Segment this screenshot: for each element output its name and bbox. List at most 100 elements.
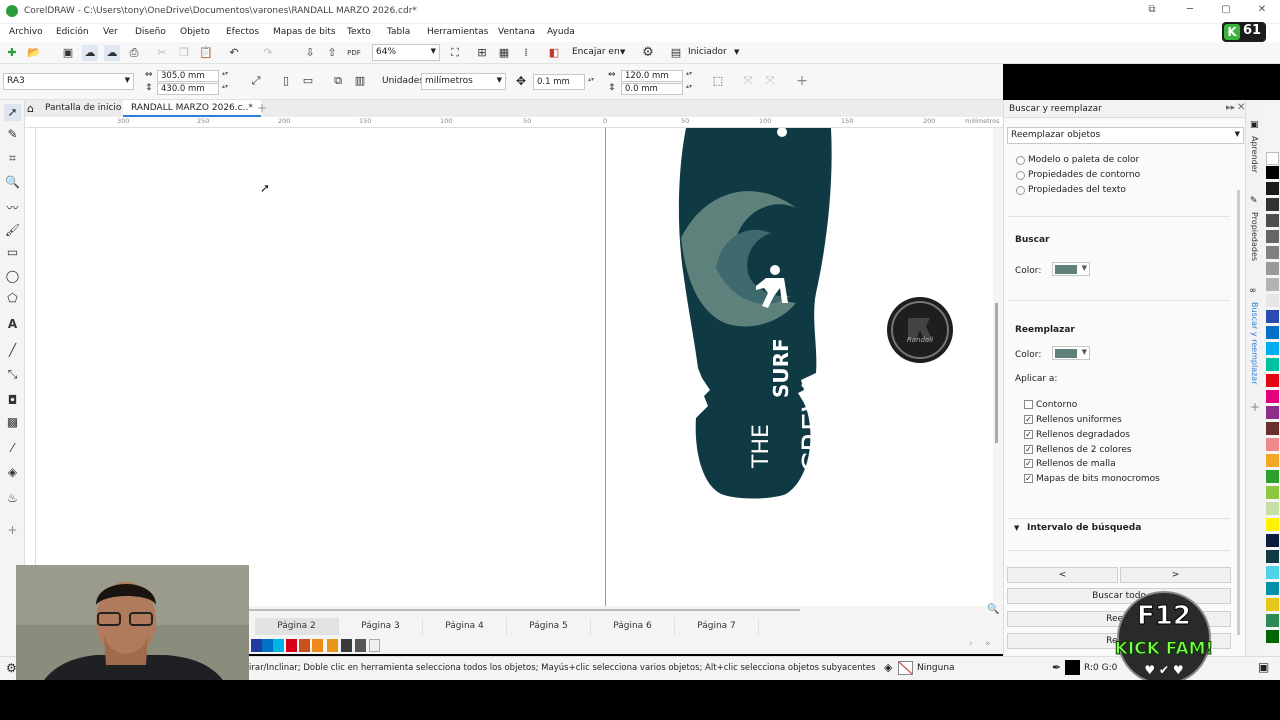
color-swatch[interactable] — [1266, 214, 1279, 227]
option-color-model[interactable]: Modelo o paleta de color — [1028, 155, 1139, 165]
new-tab-icon[interactable]: + — [257, 101, 267, 115]
checkbox-two-color-fills[interactable]: ✓ — [1024, 445, 1033, 454]
height-stepper[interactable]: ▴▾ — [222, 83, 228, 90]
eyedropper-icon[interactable]: ⁄ — [4, 440, 21, 457]
tab-properties[interactable]: Propiedades — [1250, 212, 1259, 261]
menu-archivo[interactable]: Archivo — [9, 27, 43, 37]
color-swatch[interactable] — [1266, 598, 1279, 611]
color-swatch[interactable] — [1266, 342, 1279, 355]
home-icon[interactable]: ⌂ — [27, 102, 34, 115]
color-swatch[interactable] — [1266, 422, 1279, 435]
connector-tool-icon[interactable]: ⤡ — [4, 366, 21, 383]
drop-shadow-icon[interactable]: ◘ — [4, 392, 21, 409]
color-swatch[interactable] — [1266, 454, 1279, 467]
color-swatch[interactable] — [1266, 406, 1279, 419]
menu-edicion[interactable]: Edición — [56, 27, 89, 37]
pdf-icon[interactable]: PDF — [346, 45, 362, 61]
color-swatch[interactable] — [1266, 374, 1279, 387]
page-tab-5[interactable]: Página 5 — [507, 618, 591, 635]
paste-icon[interactable]: 📋 — [198, 45, 214, 61]
menu-ventana[interactable]: Ventana — [498, 27, 535, 37]
find-color-picker[interactable]: ▼ — [1052, 262, 1090, 276]
color-swatch[interactable] — [1266, 582, 1279, 595]
menu-efectos[interactable]: Efectos — [226, 27, 259, 37]
freehand-tool-icon[interactable]: 〰 — [4, 200, 21, 217]
page-tab-7[interactable]: Página 7 — [675, 618, 759, 635]
guidelines-icon[interactable]: ⁞ — [518, 45, 534, 61]
menu-ayuda[interactable]: Ayuda — [547, 27, 575, 37]
shape-tool-icon[interactable]: ✎ — [4, 126, 21, 143]
close-button[interactable]: ✕ — [1252, 4, 1272, 18]
menu-objeto[interactable]: Objeto — [180, 27, 210, 37]
menu-ver[interactable]: Ver — [103, 27, 118, 37]
tab-find-replace[interactable]: Buscar y reemplazar — [1250, 302, 1259, 384]
apply-two-color-label[interactable]: Rellenos de 2 colores — [1036, 445, 1132, 455]
color-swatch[interactable] — [1266, 534, 1279, 547]
no-fill-swatch[interactable] — [898, 661, 913, 675]
crop-tool-icon[interactable]: ⌗ — [4, 150, 21, 167]
color-proof-icon[interactable]: ▣ — [1258, 660, 1269, 674]
outline-color-swatch[interactable] — [1065, 660, 1080, 675]
duplicate-x-field[interactable]: 120.0 mm — [621, 70, 683, 82]
copy-icon[interactable]: ❐ — [176, 45, 192, 61]
color-swatch[interactable] — [1266, 470, 1279, 483]
color-swatch[interactable] — [1266, 182, 1279, 195]
nudge-field[interactable]: 0.1 mm — [533, 74, 585, 90]
full-screen-icon[interactable]: ⛶ — [447, 45, 463, 61]
color-swatch[interactable] — [1266, 502, 1279, 515]
cloud-sync-icon[interactable]: ☁ — [104, 45, 120, 61]
edit-bleed-icon[interactable]: ⤧ — [762, 73, 778, 89]
randall-logo[interactable]: Randall — [886, 296, 954, 364]
color-swatch[interactable] — [262, 639, 273, 652]
replace-color-picker[interactable]: ▼ — [1052, 346, 1090, 360]
color-swatch[interactable] — [299, 639, 310, 652]
zoom-fit-icon[interactable]: 🔍 — [987, 604, 999, 615]
undo-icon[interactable]: ↶ — [226, 45, 242, 61]
docker-collapse-icon[interactable]: ▸▸ — [1226, 103, 1235, 113]
color-swatch[interactable] — [341, 639, 352, 652]
dup-y-stepper[interactable]: ▴▾ — [686, 83, 692, 90]
option-outline-props[interactable]: Propiedades de contorno — [1028, 170, 1140, 180]
paper-size-dropdown[interactable]: RA3 ▼ — [3, 73, 134, 90]
color-swatch[interactable] — [327, 639, 338, 652]
page-height-field[interactable]: 430.0 mm — [157, 83, 219, 95]
checkbox-mono-bitmaps[interactable]: ✓ — [1024, 474, 1033, 483]
text-tool-icon[interactable]: A — [4, 316, 21, 333]
export-icon[interactable]: ⇧ — [324, 45, 340, 61]
restore-panel-icon[interactable]: ⧉ — [1142, 4, 1162, 18]
menu-tabla[interactable]: Tabla — [387, 27, 410, 37]
color-swatch[interactable] — [1266, 358, 1279, 371]
apply-mono-label[interactable]: Mapas de bits monocromos — [1036, 474, 1160, 484]
launcher-icon[interactable]: ▤ — [668, 45, 684, 61]
apply-uniform-label[interactable]: Rellenos uniformes — [1036, 415, 1122, 425]
parallel-dimension-icon[interactable]: ╱ — [4, 342, 21, 359]
menu-diseno[interactable]: Diseño — [135, 27, 166, 37]
smart-fill-icon[interactable]: ♨ — [4, 490, 21, 507]
grid-icon[interactable]: ▦ — [496, 45, 512, 61]
open-icon[interactable]: 📂 — [26, 45, 42, 61]
color-swatch[interactable] — [1266, 390, 1279, 403]
units-dropdown[interactable]: milímetros ▼ — [421, 73, 506, 90]
transparency-icon[interactable]: ▩ — [4, 414, 21, 431]
color-swatch[interactable] — [1266, 152, 1279, 165]
ellipse-tool-icon[interactable]: ◯ — [4, 268, 21, 285]
zoom-tool-icon[interactable]: 🔍 — [4, 174, 21, 191]
search-range-heading[interactable]: Intervalo de búsqueda — [1027, 523, 1141, 533]
artistic-media-icon[interactable]: 🖌 — [4, 222, 21, 239]
tab-learn[interactable]: Aprender — [1250, 136, 1259, 173]
options-gear-icon[interactable]: ⚙ — [640, 45, 656, 61]
range-expand-icon[interactable]: ▼ — [1014, 524, 1019, 532]
color-swatch[interactable] — [1266, 550, 1279, 563]
color-swatch[interactable] — [312, 639, 323, 652]
nudge-stepper[interactable]: ▴▾ — [588, 76, 594, 83]
page-tab-4[interactable]: Página 4 — [423, 618, 507, 635]
all-pages-icon[interactable]: ⧉ — [330, 73, 346, 89]
horizontal-scrollbar[interactable] — [225, 609, 800, 611]
find-previous-button[interactable]: < — [1007, 567, 1118, 583]
checkbox-gradient-fills[interactable]: ✓ — [1024, 430, 1033, 439]
snap-dropdown-icon[interactable]: ▼ — [620, 48, 625, 56]
color-swatch[interactable] — [251, 639, 262, 652]
color-swatch[interactable] — [273, 639, 284, 652]
cut-icon[interactable]: ✂ — [154, 45, 170, 61]
page-tab-6[interactable]: Página 6 — [591, 618, 675, 635]
